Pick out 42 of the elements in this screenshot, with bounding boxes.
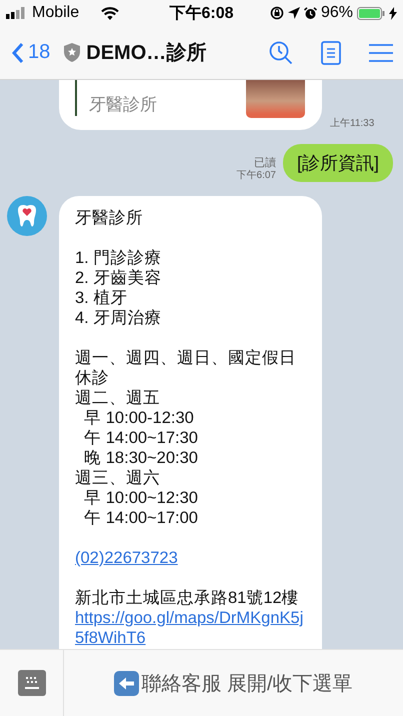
message-line: 週一、週四、週日、國定假日休診 xyxy=(75,348,297,388)
message-line: 1. 門診診療 xyxy=(75,248,162,268)
message-line: 早 10:00-12:30 xyxy=(83,408,195,428)
message-line: 週二、週五 xyxy=(75,388,161,408)
read-receipt: 已讀 xyxy=(254,156,276,170)
message-link[interactable]: https://goo.gl/maps/DrMKgnK5j5f8WihT6 xyxy=(75,608,308,648)
message-line: 2. 牙齒美容 xyxy=(75,268,162,288)
keyboard-icon[interactable] xyxy=(18,670,46,696)
message-line: 早 10:00~12:30 xyxy=(83,488,199,508)
sent-message: [診所資訊] xyxy=(282,144,393,182)
carrier-name: Mobile xyxy=(32,4,80,22)
back-chevron-icon xyxy=(12,42,24,64)
menu-label: 聯絡客服 展開/收下選單 xyxy=(141,672,353,696)
message-line: 晚 18:30~20:30 xyxy=(83,448,199,468)
wifi-icon xyxy=(101,6,120,20)
charging-bolt-icon xyxy=(389,6,397,20)
message-line: 3. 植牙 xyxy=(75,288,128,308)
rotation-lock-icon xyxy=(270,6,284,20)
message-time: 上午11:33 xyxy=(330,118,374,130)
location-arrow-icon xyxy=(288,7,300,19)
message-card[interactable]: 牙醫診所 xyxy=(59,80,322,130)
back-button[interactable]: 18 xyxy=(12,41,50,64)
message-link[interactable]: (02)22673723 xyxy=(75,548,308,568)
notes-icon[interactable] xyxy=(321,40,341,64)
message-line: 週三、週六 xyxy=(75,468,161,488)
menu-icon[interactable] xyxy=(369,42,393,62)
message-line: 午 14:00~17:00 xyxy=(83,508,199,528)
battery-percent: 96% xyxy=(320,4,353,22)
clock-time: 下午6:08 xyxy=(169,4,234,24)
message-line: 新北市土城區忠承路81號12樓 xyxy=(75,588,300,608)
alarm-clock-icon xyxy=(304,6,317,20)
shield-icon xyxy=(64,43,80,62)
chat-title: DEMO…診所 xyxy=(86,41,206,66)
photo-placeholder xyxy=(246,80,305,118)
message-line: 午 14:00~17:30 xyxy=(83,428,199,448)
card-subtitle: 牙醫診所 xyxy=(89,94,157,116)
message-line: 牙醫診所 xyxy=(75,208,144,228)
tooth-logo-icon xyxy=(7,196,47,236)
message-line: 4. 牙周治療 xyxy=(75,308,162,328)
timeline-search-icon[interactable] xyxy=(269,40,293,64)
battery-icon xyxy=(357,6,385,20)
message-time: 下午6:07 xyxy=(236,170,276,182)
